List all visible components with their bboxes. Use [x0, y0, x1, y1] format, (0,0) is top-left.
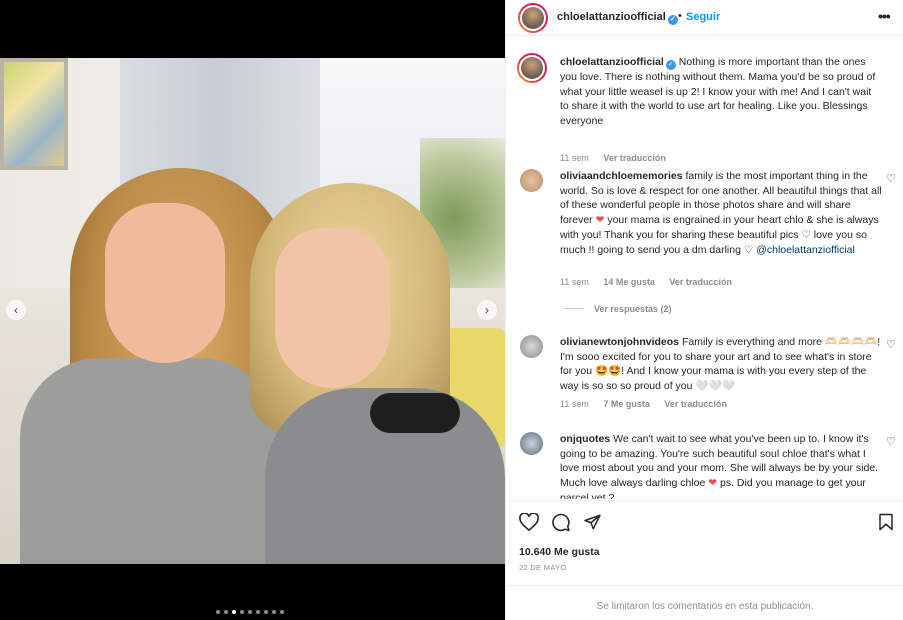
like-icon[interactable]: [519, 513, 539, 531]
carousel-dot: [232, 610, 236, 614]
mention-link[interactable]: @chloelattanziofficial: [756, 244, 855, 256]
commenter-avatar[interactable]: [518, 167, 545, 194]
carousel-dot: [264, 610, 268, 614]
carousel-indicator: [216, 610, 284, 614]
comment-text: oliviaandchloememories family is the mos…: [560, 170, 882, 256]
caption-avatar[interactable]: [517, 53, 547, 83]
caption-time: 11 sem: [560, 153, 589, 163]
caption-username[interactable]: chloelattanzioofficial: [560, 56, 664, 68]
commenter-avatar[interactable]: [518, 333, 545, 360]
bookmark-icon[interactable]: [878, 513, 894, 531]
like-comment-icon[interactable]: ♡: [886, 172, 896, 185]
media-pane: ‹ ›: [0, 0, 505, 620]
photo-person-right-top: [370, 393, 460, 433]
comment-username[interactable]: oliviaandchloememories: [560, 170, 683, 182]
comment-username[interactable]: onjquotes: [560, 433, 610, 445]
caption-meta: 11 sem Ver traducción: [560, 153, 678, 163]
post-date: 22 DE MAYO: [519, 563, 567, 572]
follow-button[interactable]: Seguir: [686, 11, 720, 23]
red-heart-emoji: ❤: [595, 214, 605, 227]
caption-translate-link[interactable]: Ver traducción: [603, 153, 666, 163]
replies-line: [564, 308, 584, 309]
chevron-left-icon: ‹: [14, 303, 18, 317]
verified-icon: ✓: [665, 60, 676, 70]
carousel-dot: [272, 610, 276, 614]
author-username[interactable]: chloelattanzioofficial ✓: [557, 11, 678, 25]
comment-text: olivianewtonjohnvideos Family is everyth…: [560, 336, 881, 393]
commenter-avatar[interactable]: [518, 430, 545, 457]
post-side-panel: chloelattanzioofficial ✓ • Seguir ••• chl…: [505, 0, 903, 620]
comment-meta: 11 sem 7 Me gusta Ver traducción: [560, 399, 727, 409]
red-heart-emoji: ❤: [708, 477, 718, 490]
white-heart-emoji: ♡: [801, 228, 811, 241]
photo-person-left-body: [20, 358, 280, 564]
author-avatar[interactable]: [518, 3, 548, 33]
comment-username[interactable]: olivianewtonjohnvideos: [560, 336, 679, 348]
comment-likes[interactable]: 7 Me gusta: [603, 399, 650, 409]
likes-count[interactable]: 10.640 Me gusta: [519, 546, 600, 558]
comment-text: onjquotes We can't wait to see what you'…: [560, 433, 879, 499]
like-comment-icon[interactable]: ♡: [886, 338, 896, 351]
carousel-dot: [216, 610, 220, 614]
prev-slide-button[interactable]: ‹: [6, 300, 26, 320]
comment-translate-link[interactable]: Ver traducción: [664, 399, 727, 409]
photo-wall-art: [0, 58, 68, 170]
white-heart-emoji: ♡: [743, 243, 754, 256]
share-icon[interactable]: [583, 513, 602, 531]
carousel-dot: [280, 610, 284, 614]
carousel-dot: [240, 610, 244, 614]
comments-list[interactable]: chloelattanzioofficial ✓ Nothing is more …: [506, 37, 903, 499]
comments-limited-notice: Se limitaron los comentarios en esta pub…: [506, 585, 903, 620]
heart-eyes-emoji: 🤩🤩: [595, 365, 622, 378]
comment-icon[interactable]: [551, 513, 571, 532]
post-photo[interactable]: [0, 58, 505, 564]
carousel-dot: [248, 610, 252, 614]
post-actions: 10.640 Me gusta 22 DE MAYO Se limitaron …: [506, 500, 903, 620]
like-comment-icon[interactable]: ♡: [886, 435, 896, 448]
carousel-dot: [224, 610, 228, 614]
photo-person-left-face: [105, 203, 225, 363]
post-header: chloelattanzioofficial ✓ • Seguir •••: [506, 0, 903, 36]
view-replies-button[interactable]: Ver respuestas (2): [564, 304, 672, 314]
comment-meta: 11 sem 14 Me gusta Ver traducción: [560, 277, 732, 287]
more-options-icon[interactable]: •••: [878, 8, 891, 24]
header-separator: •: [678, 10, 682, 22]
photo-person-right-face: [275, 228, 390, 388]
next-slide-button[interactable]: ›: [477, 300, 497, 320]
comment-likes[interactable]: 14 Me gusta: [603, 277, 655, 287]
caption-text: chloelattanzioofficial ✓ Nothing is more …: [560, 56, 876, 128]
comment-translate-link[interactable]: Ver traducción: [669, 277, 732, 287]
verified-icon: ✓: [667, 15, 678, 25]
carousel-dot: [256, 610, 260, 614]
chevron-right-icon: ›: [485, 303, 489, 317]
